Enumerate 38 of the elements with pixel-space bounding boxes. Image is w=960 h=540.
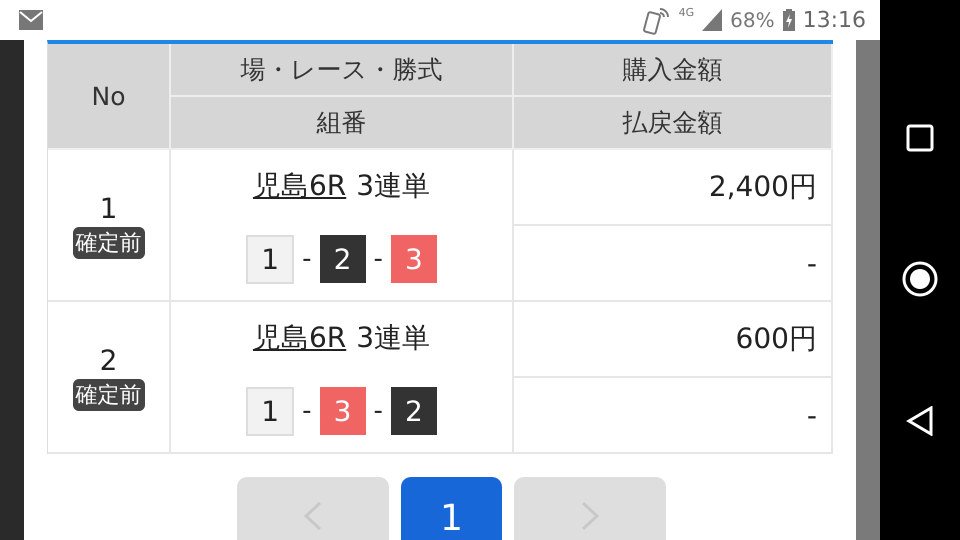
battery-charging-icon <box>782 9 795 31</box>
purchase-amount: 2,400円 <box>708 169 817 205</box>
clock-time: 13:16 <box>802 8 866 32</box>
payout-amount: - <box>806 246 817 280</box>
column-header: 購入金額 <box>514 44 833 97</box>
number-box: 2 <box>320 235 366 283</box>
bet-type: 3連単 <box>356 168 430 204</box>
purchase-amount: 600円 <box>736 321 817 357</box>
signal-icon <box>702 9 722 31</box>
race-link[interactable]: 児島6R <box>252 166 346 204</box>
number-box: 3 <box>320 387 366 435</box>
back-icon[interactable] <box>906 406 934 436</box>
row-number: 1 <box>100 192 118 224</box>
home-icon[interactable] <box>901 260 939 298</box>
page-button[interactable]: 1 <box>401 477 502 540</box>
number-box: 3 <box>390 235 437 283</box>
dash-separator: - <box>302 396 312 426</box>
column-header: 払戻金額 <box>514 97 833 150</box>
network-label: 4G <box>678 6 694 19</box>
dash-separator: - <box>302 244 312 274</box>
number-box: 1 <box>246 386 294 436</box>
status-badge: 確定前 <box>72 378 144 410</box>
column-header: 場・レース・勝式 <box>171 44 514 97</box>
number-box: 1 <box>246 234 294 284</box>
battery-percent: 68% <box>730 8 775 32</box>
phone-waves-icon <box>642 5 671 35</box>
row-number: 2 <box>100 344 118 376</box>
dash-separator: - <box>374 244 383 274</box>
column-header: No <box>48 44 171 150</box>
payout-amount: - <box>806 398 817 432</box>
dash-separator: - <box>374 396 383 426</box>
column-header: 組番 <box>171 97 514 150</box>
recent-apps-icon[interactable] <box>906 124 934 152</box>
bet-type: 3連単 <box>356 320 430 356</box>
mail-icon <box>18 9 44 31</box>
status-badge: 確定前 <box>72 226 144 258</box>
race-link[interactable]: 児島6R <box>252 318 346 356</box>
number-box: 2 <box>390 387 437 435</box>
